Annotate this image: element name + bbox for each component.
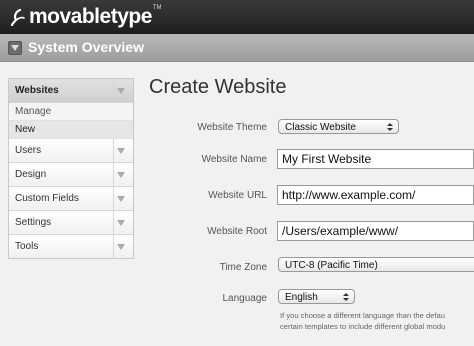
context-toggle-button[interactable] — [8, 41, 22, 55]
sidebar-item-users[interactable]: Users — [9, 139, 133, 163]
sidebar-item-label: Tools — [15, 241, 39, 252]
caret-down-icon — [11, 45, 19, 51]
page-title: Create Website — [149, 76, 287, 98]
website-name-input[interactable] — [277, 149, 474, 169]
time-zone-label: Time Zone — [219, 262, 267, 273]
select-stepper-icon — [387, 123, 393, 131]
chevron-down-icon[interactable] — [113, 235, 128, 258]
chevron-down-icon[interactable] — [113, 139, 128, 162]
sidebar-subitem-new[interactable]: New — [9, 121, 133, 139]
chevron-down-icon[interactable] — [113, 187, 128, 210]
sidebar-subitem-manage[interactable]: Manage — [9, 103, 133, 121]
website-root-input[interactable] — [277, 221, 474, 241]
language-hint-line-1: If you choose a different language than … — [280, 311, 445, 320]
website-theme-value: Classic Website — [285, 122, 356, 133]
language-hint-line-2: certain templates to include different g… — [280, 322, 446, 331]
sidebar-item-label: Custom Fields — [15, 193, 79, 204]
website-root-label: Website Root — [207, 226, 267, 237]
top-bar: movabletype TM — [0, 0, 474, 34]
sidebar-item-tools[interactable]: Tools — [9, 235, 133, 258]
logo-text: movabletype — [29, 5, 152, 28]
language-value: English — [285, 292, 318, 303]
chevron-down-icon[interactable] — [113, 79, 128, 102]
trademark-mark: TM — [152, 5, 162, 11]
website-theme-select[interactable]: Classic Website — [278, 119, 399, 134]
sidebar-menu: Websites Manage New Users Design Custom … — [8, 78, 134, 259]
sidebar-item-label: Users — [15, 145, 42, 156]
chevron-down-icon[interactable] — [113, 211, 128, 234]
sidebar-item-label: Design — [15, 169, 47, 180]
language-label: Language — [222, 293, 268, 304]
website-url-label: Website URL — [208, 190, 267, 201]
sidebar-item-label: Settings — [15, 217, 52, 228]
sidebar-item-custom-fields[interactable]: Custom Fields — [9, 187, 133, 211]
time-zone-value: UTC-8 (Pacific Time) — [285, 260, 378, 271]
sidebar-item-label: Websites — [15, 85, 59, 96]
language-select[interactable]: English — [278, 289, 355, 304]
sidebar-item-websites[interactable]: Websites — [9, 79, 133, 103]
movabletype-logo-icon — [10, 8, 25, 26]
app-logo[interactable]: movabletype TM — [10, 4, 162, 30]
context-title[interactable]: System Overview — [28, 39, 144, 55]
website-url-input[interactable] — [277, 185, 474, 205]
website-name-label: Website Name — [201, 154, 267, 165]
sidebar-item-settings[interactable]: Settings — [9, 211, 133, 235]
sidebar-item-design[interactable]: Design — [9, 163, 133, 187]
context-bar: System Overview — [0, 34, 474, 62]
time-zone-select[interactable]: UTC-8 (Pacific Time) — [278, 257, 474, 272]
chevron-down-icon[interactable] — [113, 163, 128, 186]
select-stepper-icon — [343, 293, 349, 301]
website-theme-label: Website Theme — [197, 122, 267, 133]
